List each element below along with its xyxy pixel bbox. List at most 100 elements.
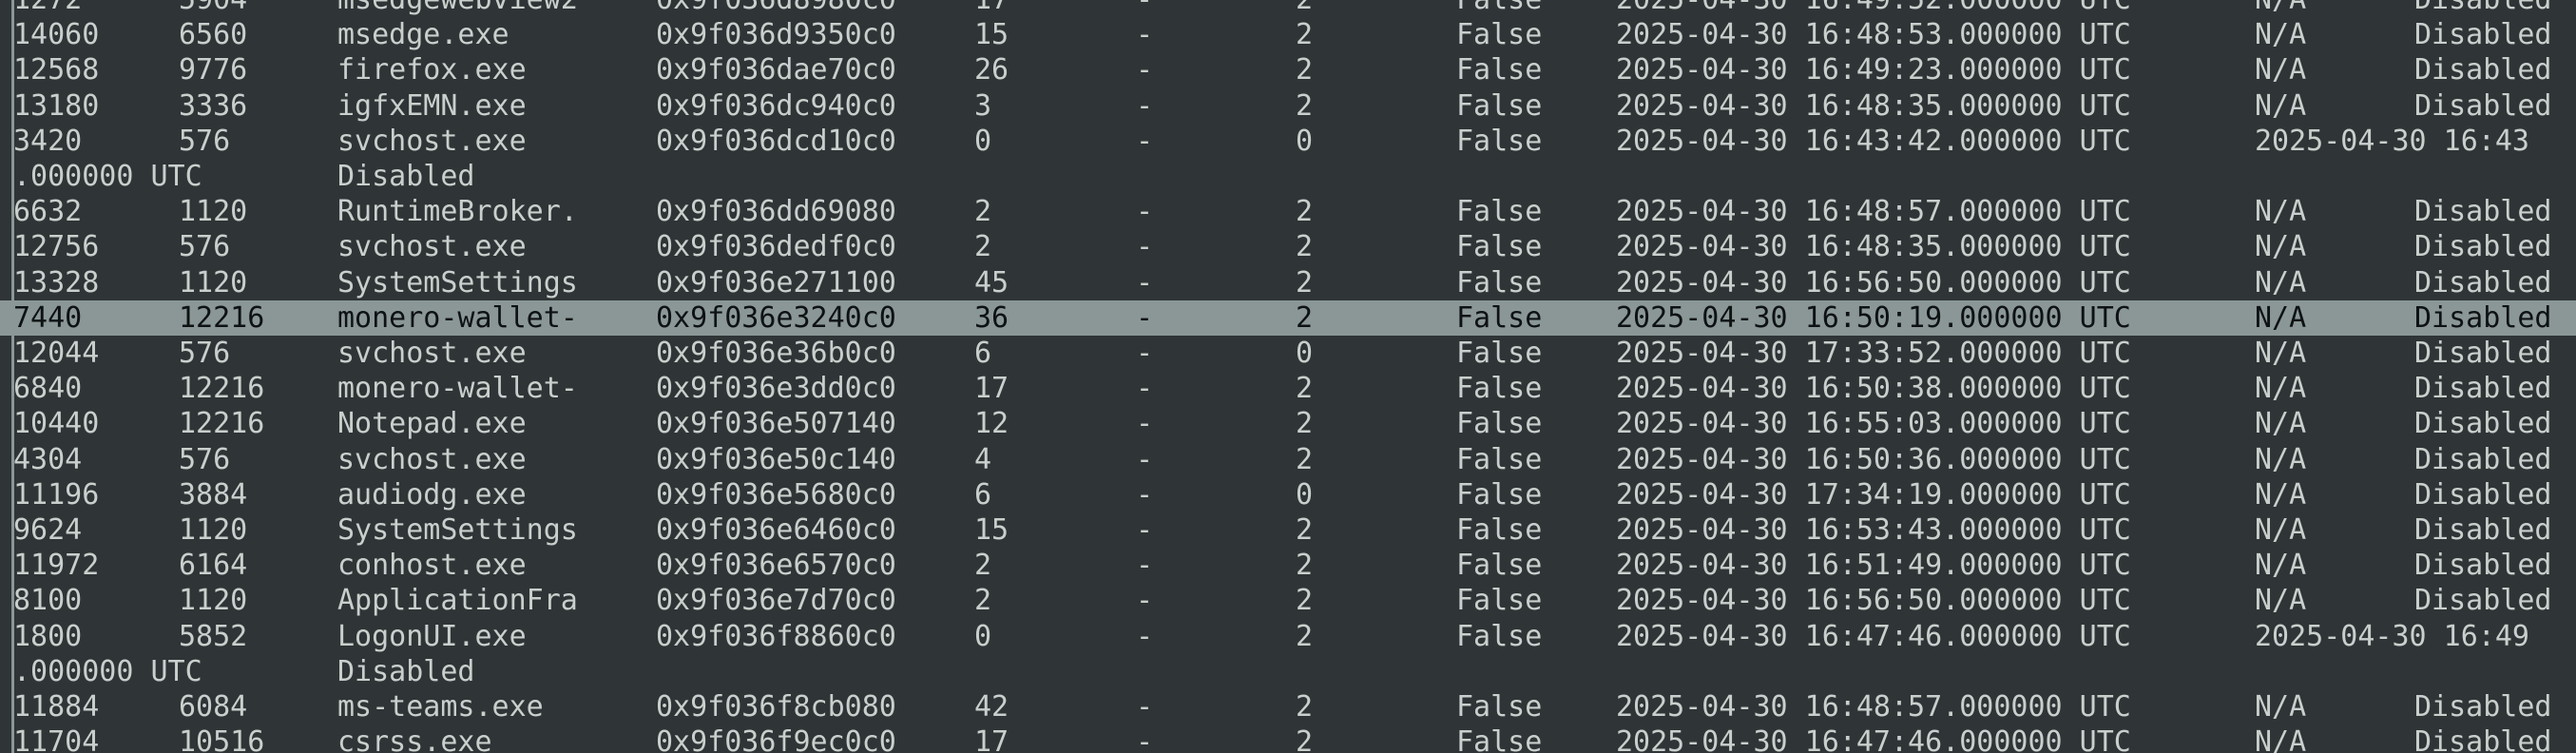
session-cell: 2 xyxy=(1296,619,1314,653)
handles-cell: - xyxy=(1136,442,1154,476)
threads-cell: 26 xyxy=(974,53,1009,87)
wow64-cell: False xyxy=(1456,407,1543,441)
exit-time-cell: N/A xyxy=(2255,195,2307,229)
offset-cell: 0x9f036e3dd0c0 xyxy=(656,372,896,406)
exit-time-cell: N/A xyxy=(2255,513,2307,547)
pid-cell: 11884 xyxy=(13,690,100,724)
table-row-selected[interactable]: 7440 12216 monero-wallet- 0x9f036e3240c0 36 -… xyxy=(0,299,2576,336)
threads-cell: 42 xyxy=(974,690,1009,724)
exit-time-cell: N/A xyxy=(2255,407,2307,441)
table-row-continuation[interactable]: .000000 UTC Disabled xyxy=(0,159,2576,194)
table-row[interactable]: 6840 12216 monero-wallet- 0x9f036e3dd0c0 17 -… xyxy=(0,371,2576,406)
table-row[interactable]: 12756 576 svchost.exe 0x9f036dedf0c0 2 - 2 Fals… xyxy=(0,229,2576,264)
exit-time-continuation-cell: .000000 UTC xyxy=(13,654,202,688)
session-cell: 2 xyxy=(1296,725,1314,753)
file-output-cell: Disabled xyxy=(2414,265,2552,299)
table-row[interactable]: 11196 3884 audiodg.exe 0x9f036e5680c0 6 - 0 Fal… xyxy=(0,477,2576,512)
offset-cell: 0x9f036e36b0c0 xyxy=(656,337,896,370)
offset-cell: 0x9f036dedf0c0 xyxy=(656,230,896,264)
exit-time-cell: 2025-04-30 16:49 xyxy=(2255,619,2529,653)
file-output-cell: Disabled xyxy=(2414,513,2552,547)
session-cell: 2 xyxy=(1296,0,1313,17)
process-name-cell: monero-wallet- xyxy=(337,300,578,335)
create-time-cell: 2025-04-30 16:48:35.000000 UTC xyxy=(1616,88,2131,123)
table-row[interactable]: 12568 9776 firefox.exe 0x9f036dae70c0 26 - 2 Fa… xyxy=(0,52,2576,87)
exit-time-continuation-cell: .000000 UTC xyxy=(13,160,202,193)
ppid-cell: 3884 xyxy=(179,477,248,512)
handles-cell: - xyxy=(1136,619,1154,653)
table-row[interactable]: 6632 1120 RuntimeBroker. 0x9f036dd69080 2 - 2 F… xyxy=(0,194,2576,229)
pid-cell: 6840 xyxy=(13,372,83,406)
table-row[interactable]: 12044 576 svchost.exe 0x9f036e36b0c0 6 - 0 Fals… xyxy=(0,336,2576,371)
session-cell: 2 xyxy=(1296,690,1314,724)
create-time-cell: 2025-04-30 16:56:50.000000 UTC xyxy=(1616,265,2131,299)
file-output-cell: Disabled xyxy=(2414,477,2552,512)
ppid-cell: 1120 xyxy=(179,195,248,229)
table-row[interactable]: 9624 1120 SystemSettings 0x9f036e6460c0 15 - 2… xyxy=(0,512,2576,548)
wow64-cell: False xyxy=(1456,372,1543,406)
table-row[interactable]: 3420 576 svchost.exe 0x9f036dcd10c0 0 - 0 False… xyxy=(0,124,2576,159)
session-cell: 2 xyxy=(1296,584,1314,618)
process-name-cell: SystemSettings xyxy=(337,513,578,547)
wow64-cell: False xyxy=(1456,53,1543,87)
table-row[interactable]: 10440 12216 Notepad.exe 0x9f036e507140 12 - 2 F… xyxy=(0,406,2576,441)
offset-cell: 0x9f036e271100 xyxy=(656,265,896,299)
table-row[interactable]: 8100 1120 ApplicationFra 0x9f036e7d70c0 2 - 2 F… xyxy=(0,583,2576,618)
file-output-cell: Disabled xyxy=(2414,0,2552,17)
session-cell: 2 xyxy=(1296,442,1314,476)
table-row[interactable]: 11972 6164 conhost.exe 0x9f036e6570c0 2 - 2 Fal… xyxy=(0,548,2576,583)
offset-cell: 0x9f036e6460c0 xyxy=(656,513,896,547)
create-time-cell: 2025-04-30 16:43:42.000000 UTC xyxy=(1616,124,2131,158)
offset-cell: 0x9f036dae70c0 xyxy=(656,53,896,87)
threads-cell: 12 xyxy=(974,407,1009,441)
exit-time-cell: N/A xyxy=(2255,337,2307,370)
ppid-cell: 6084 xyxy=(179,690,248,724)
table-row[interactable]: 11884 6084 ms-teams.exe 0x9f036f8cb080 42 - 2 F… xyxy=(0,689,2576,724)
table-row[interactable]: 13180 3336 igfxEMN.exe 0x9f036dc940c0 3 - 2 Fal… xyxy=(0,88,2576,124)
ppid-cell: 9776 xyxy=(179,53,248,87)
file-output-cell: Disabled xyxy=(2414,549,2552,583)
table-row-continuation[interactable]: .000000 UTC Disabled xyxy=(0,654,2576,689)
handles-cell: - xyxy=(1136,584,1154,618)
handles-cell: - xyxy=(1136,300,1154,335)
process-name-cell: SystemSettings xyxy=(337,265,578,299)
wow64-cell: False xyxy=(1456,513,1543,547)
terminal-output[interactable]: 1272 5904 msedgewebview2 0x9f036d8980c0 17 - 2… xyxy=(0,0,2576,753)
offset-cell: 0x9f036e6570c0 xyxy=(656,549,896,583)
exit-time-cell: N/A xyxy=(2255,0,2306,17)
table-row[interactable]: 4304 576 svchost.exe 0x9f036e50c140 4 - 2 False… xyxy=(0,442,2576,477)
exit-time-cell: N/A xyxy=(2255,690,2307,724)
table-row[interactable]: 1800 5852 LogonUI.exe 0x9f036f8860c0 0 - 2 Fals… xyxy=(0,619,2576,654)
exit-time-cell: N/A xyxy=(2255,477,2307,512)
pid-cell: 14060 xyxy=(13,18,100,52)
create-time-cell: 2025-04-30 16:55:03.000000 UTC xyxy=(1616,407,2131,441)
table-row[interactable]: 13328 1120 SystemSettings 0x9f036e271100 45 -… xyxy=(0,265,2576,300)
threads-cell: 36 xyxy=(974,300,1009,335)
handles-cell: - xyxy=(1136,195,1154,229)
threads-cell: 15 xyxy=(974,513,1009,547)
exit-time-cell: N/A xyxy=(2255,53,2307,87)
pid-cell: 11196 xyxy=(13,477,100,512)
session-cell: 2 xyxy=(1296,513,1314,547)
create-time-cell: 2025-04-30 16:53:43.000000 UTC xyxy=(1616,513,2131,547)
create-time-cell: 2025-04-30 16:48:57.000000 UTC xyxy=(1616,195,2131,229)
session-cell: 0 xyxy=(1296,477,1314,512)
table-row[interactable]: 1272 5904 msedgewebview2 0x9f036d8980c0 17 - 2… xyxy=(0,0,2576,17)
exit-time-cell: N/A xyxy=(2255,18,2307,52)
handles-cell: - xyxy=(1136,88,1154,123)
file-output-cell: Disabled xyxy=(2414,53,2552,87)
ppid-cell: 5904 xyxy=(179,0,247,17)
table-row[interactable]: 14060 6560 msedge.exe 0x9f036d9350c0 15 - 2 Fal… xyxy=(0,17,2576,52)
exit-time-cell: N/A xyxy=(2255,300,2307,335)
session-cell: 2 xyxy=(1296,195,1314,229)
threads-cell: 3 xyxy=(974,88,992,123)
session-cell: 0 xyxy=(1296,124,1314,158)
threads-cell: 2 xyxy=(974,230,992,264)
create-time-cell: 2025-04-30 16:48:57.000000 UTC xyxy=(1616,690,2131,724)
ppid-cell: 576 xyxy=(179,337,231,370)
table-row[interactable]: 11704 10516 csrss.exe 0x9f036f9ec0c0 17 - 2 Fal… xyxy=(0,724,2576,753)
session-cell: 2 xyxy=(1296,230,1314,264)
offset-cell: 0x9f036f8cb080 xyxy=(656,690,896,724)
process-name-cell: ms-teams.exe xyxy=(337,690,544,724)
ppid-cell: 3336 xyxy=(179,88,248,123)
